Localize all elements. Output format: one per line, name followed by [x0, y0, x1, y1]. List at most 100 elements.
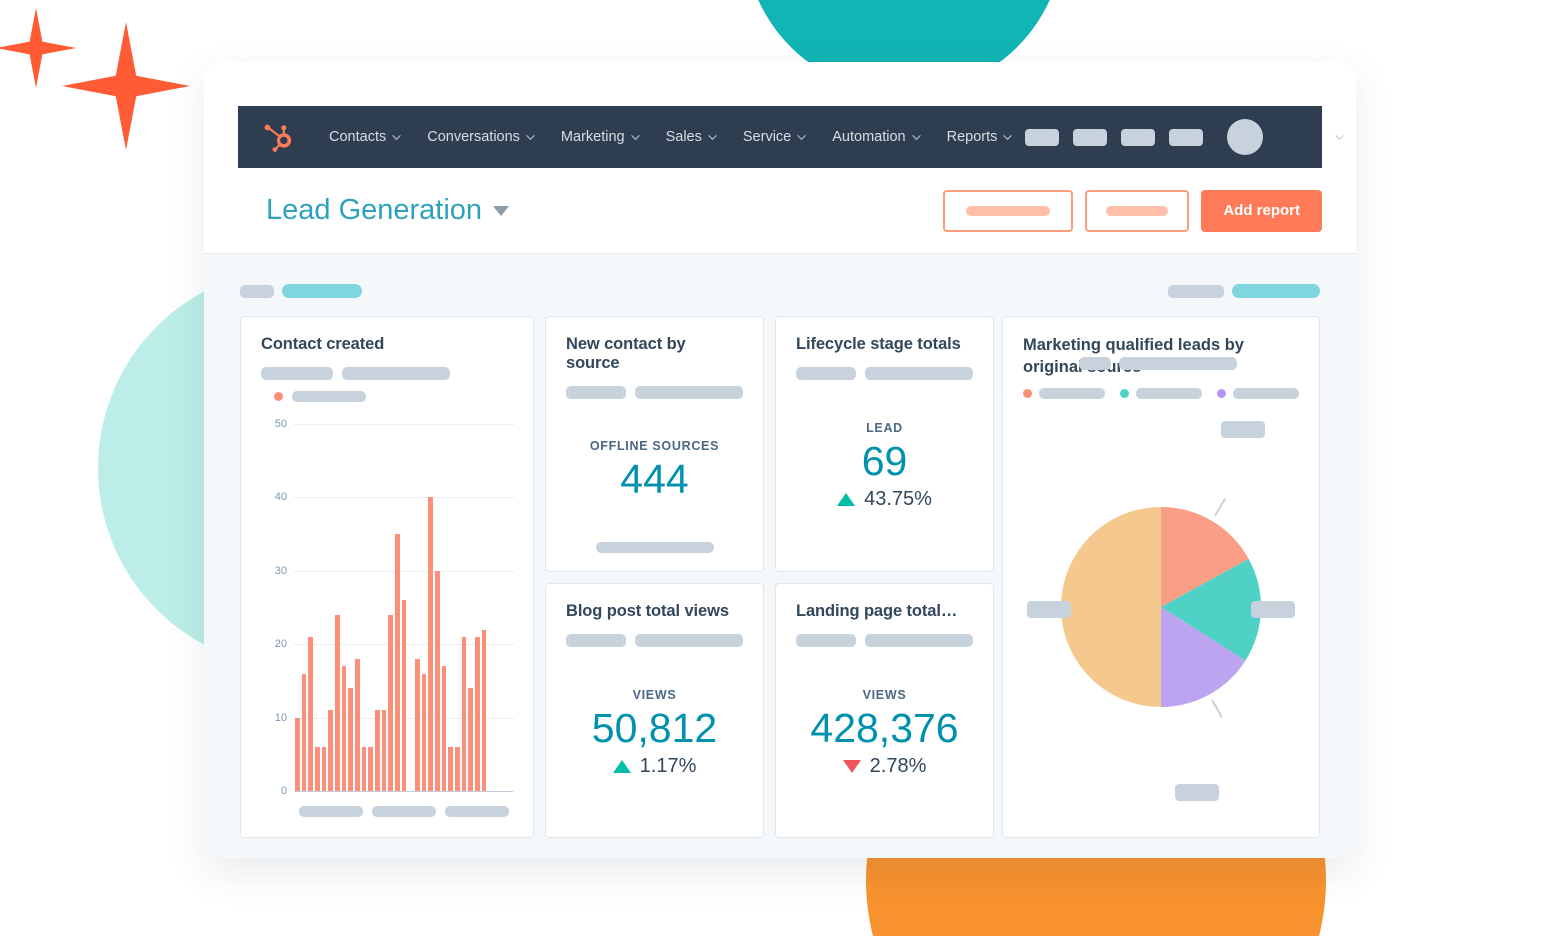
bar[interactable]	[395, 534, 400, 791]
pie-leader-line	[1215, 498, 1225, 515]
filter-placeholder-4[interactable]	[1232, 284, 1320, 298]
card-title: Blog post total views	[566, 602, 743, 621]
pie-slice[interactable]	[1061, 507, 1161, 707]
y-axis-tick-label: 10	[261, 712, 287, 724]
bar[interactable]	[422, 674, 427, 791]
account-menu-chevron-down-icon[interactable]	[1335, 133, 1344, 142]
dashboard-toolbar	[240, 278, 1320, 304]
pie-legend	[1023, 388, 1299, 399]
bar[interactable]	[322, 747, 327, 791]
bar-chart: 01020304050	[261, 420, 513, 819]
nav-item-marketing[interactable]: Marketing	[548, 129, 653, 145]
chevron-down-icon	[631, 133, 640, 142]
avatar[interactable]	[1227, 119, 1263, 155]
button-label-placeholder	[966, 206, 1050, 216]
caret-down-icon	[493, 206, 509, 216]
dashboard-filters-left	[240, 284, 362, 298]
filter-placeholder-2[interactable]	[282, 284, 362, 298]
bar[interactable]	[468, 688, 473, 791]
nav-item-conversations[interactable]: Conversations	[414, 129, 548, 145]
nav-item-reports[interactable]: Reports	[934, 129, 1026, 145]
y-axis-tick-label: 40	[261, 491, 287, 503]
nav-action-placeholder-3[interactable]	[1121, 129, 1155, 146]
nav-item-automation[interactable]: Automation	[819, 129, 933, 145]
bar[interactable]	[475, 637, 480, 791]
kpi-body: LEAD 69 43.75%	[796, 380, 973, 553]
card-title: Lifecycle stage totals	[796, 335, 973, 354]
secondary-action-button-2[interactable]	[1085, 190, 1189, 232]
nav-action-placeholder-1[interactable]	[1025, 129, 1059, 146]
card-landing-page-total[interactable]: Landing page total… VIEWS 428,376 2.78%	[775, 583, 994, 839]
y-axis-tick-label: 20	[261, 638, 287, 650]
nav-right-actions	[1025, 119, 1344, 155]
kpi-row-bottom: Blog post total views VIEWS 50,812 1.17%	[545, 583, 991, 839]
bar[interactable]	[315, 747, 320, 791]
bar[interactable]	[348, 688, 353, 791]
nav-item-label: Automation	[832, 129, 905, 145]
nav-menu: Contacts Conversations Marketing Sales S…	[316, 129, 1025, 145]
nav-item-service[interactable]: Service	[730, 129, 819, 145]
secondary-action-button-1[interactable]	[943, 190, 1073, 232]
card-new-contact-by-source[interactable]: New contact by source OFFLINE SOURCES 44…	[545, 316, 764, 572]
filter-placeholder-1[interactable]	[240, 285, 274, 298]
card-contact-created[interactable]: Contact created 01020304050	[240, 316, 534, 838]
app-window: Contacts Conversations Marketing Sales S…	[204, 62, 1356, 858]
bar[interactable]	[362, 747, 367, 791]
button-label-placeholder	[1106, 206, 1168, 216]
subtitle-placeholder-1	[566, 634, 626, 647]
pie-leader-line	[1212, 700, 1222, 718]
chevron-down-icon	[912, 133, 921, 142]
bar[interactable]	[428, 497, 433, 791]
bar[interactable]	[382, 710, 387, 791]
bar[interactable]	[342, 666, 347, 791]
bar[interactable]	[335, 615, 340, 791]
x-axis-label-placeholder-3	[445, 806, 509, 817]
bar[interactable]	[328, 710, 333, 791]
bar[interactable]	[388, 615, 393, 791]
nav-action-placeholder-4[interactable]	[1169, 129, 1203, 146]
kpi-label: VIEWS	[863, 688, 907, 702]
card-lifecycle-stage-totals[interactable]: Lifecycle stage totals LEAD 69 43.75%	[775, 316, 994, 572]
hubspot-logo-icon[interactable]	[264, 122, 294, 152]
filter-placeholder-3[interactable]	[1168, 285, 1224, 298]
subtitle-placeholder-1	[1079, 357, 1111, 370]
page-title-dropdown[interactable]: Lead Generation	[266, 194, 509, 227]
pie-slice-label-4	[1027, 601, 1071, 618]
card-title: New contact by source	[566, 335, 743, 373]
bar[interactable]	[442, 666, 447, 791]
card-title: Contact created	[261, 335, 513, 354]
x-axis-label-placeholder-2	[372, 806, 436, 817]
bar[interactable]	[295, 718, 300, 791]
bar[interactable]	[448, 747, 453, 791]
subtitle-placeholder-2	[1119, 357, 1237, 370]
nav-item-label: Contacts	[329, 129, 386, 145]
bar[interactable]	[482, 630, 487, 791]
bar[interactable]	[455, 747, 460, 791]
bar[interactable]	[415, 659, 420, 791]
chevron-down-icon	[708, 133, 717, 142]
nav-item-sales[interactable]: Sales	[653, 129, 730, 145]
chevron-down-icon	[797, 133, 806, 142]
bar-plot-area	[295, 424, 513, 791]
add-report-button[interactable]: Add report	[1201, 190, 1322, 232]
subtitle-placeholder-1	[566, 386, 626, 399]
legend-label-placeholder-1	[1039, 388, 1105, 399]
bar[interactable]	[462, 637, 467, 791]
subtitle-placeholder-2	[865, 634, 973, 647]
bar[interactable]	[355, 659, 360, 791]
kpi-delta: 2.78%	[843, 755, 927, 778]
bar[interactable]	[368, 747, 373, 791]
bar[interactable]	[375, 710, 380, 791]
nav-action-placeholder-2[interactable]	[1073, 129, 1107, 146]
bar[interactable]	[308, 637, 313, 791]
dashboard-body: Contact created 01020304050 New cont	[204, 254, 1356, 858]
bar[interactable]	[302, 674, 307, 791]
card-blog-post-total-views[interactable]: Blog post total views VIEWS 50,812 1.17%	[545, 583, 764, 839]
bar[interactable]	[402, 600, 407, 791]
card-mql-by-original-source[interactable]: Marketing qualified leads by original so…	[1002, 316, 1320, 838]
pie-slice-label-2	[1251, 601, 1295, 618]
nav-item-contacts[interactable]: Contacts	[316, 129, 414, 145]
kpi-label: OFFLINE SOURCES	[590, 439, 719, 453]
bar[interactable]	[435, 571, 440, 791]
legend-dot-icon	[274, 392, 283, 401]
